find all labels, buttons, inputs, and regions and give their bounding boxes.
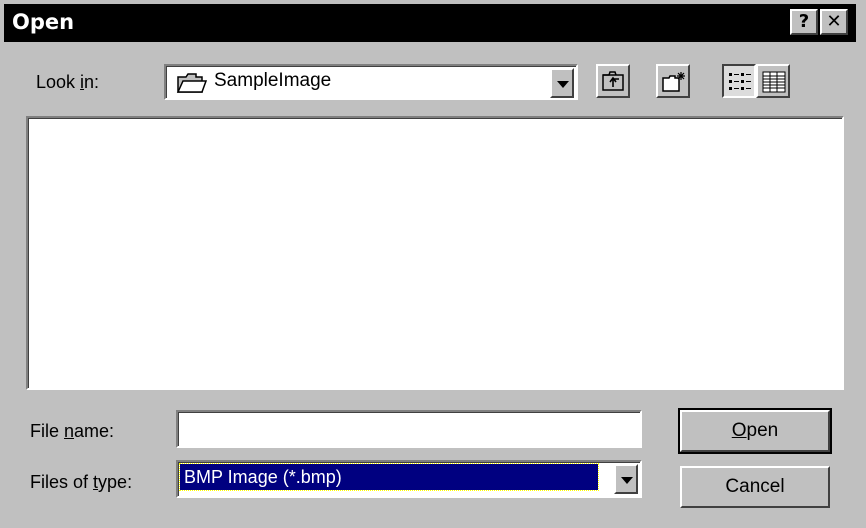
list-view-button[interactable] — [722, 64, 756, 98]
files-of-type-dropdown-button[interactable] — [614, 464, 638, 494]
folder-icon — [176, 72, 208, 99]
look-in-value: SampleImage — [214, 70, 332, 91]
title-bar[interactable]: Open ? ✕ — [4, 4, 856, 42]
open-button[interactable]: Open — [678, 408, 832, 454]
new-folder-icon — [661, 70, 687, 99]
files-of-type-combobox[interactable]: BMP Image (*.bmp) — [176, 460, 642, 498]
up-one-level-button[interactable] — [596, 64, 630, 98]
list-view-icon — [728, 71, 752, 98]
new-folder-button[interactable] — [656, 64, 690, 98]
look-in-label: Look in: — [36, 72, 100, 92]
help-icon: ? — [798, 11, 810, 32]
look-in-dropdown-button[interactable] — [550, 68, 574, 98]
file-list[interactable] — [26, 116, 844, 390]
files-of-type-label: Files of type: — [30, 472, 133, 492]
details-view-icon — [762, 71, 786, 98]
cancel-button[interactable]: Cancel — [680, 466, 830, 508]
close-button[interactable]: ✕ — [820, 9, 848, 35]
cancel-button-label: Cancel — [725, 476, 785, 497]
help-button[interactable]: ? — [790, 9, 818, 35]
open-button-accel: O — [731, 420, 747, 441]
up-folder-icon — [601, 70, 625, 97]
look-in-combobox[interactable]: SampleImage — [164, 64, 578, 100]
window-title: Open — [12, 10, 75, 34]
close-icon: ✕ — [826, 11, 842, 32]
files-of-type-value: BMP Image (*.bmp) — [179, 463, 599, 491]
open-button-label: pen — [746, 420, 779, 441]
file-name-input[interactable] — [176, 410, 642, 448]
details-view-button[interactable] — [756, 64, 790, 98]
file-name-label: File name: — [30, 421, 115, 441]
open-dialog: Open ? ✕ Look in: SampleImage File name:… — [0, 0, 866, 528]
